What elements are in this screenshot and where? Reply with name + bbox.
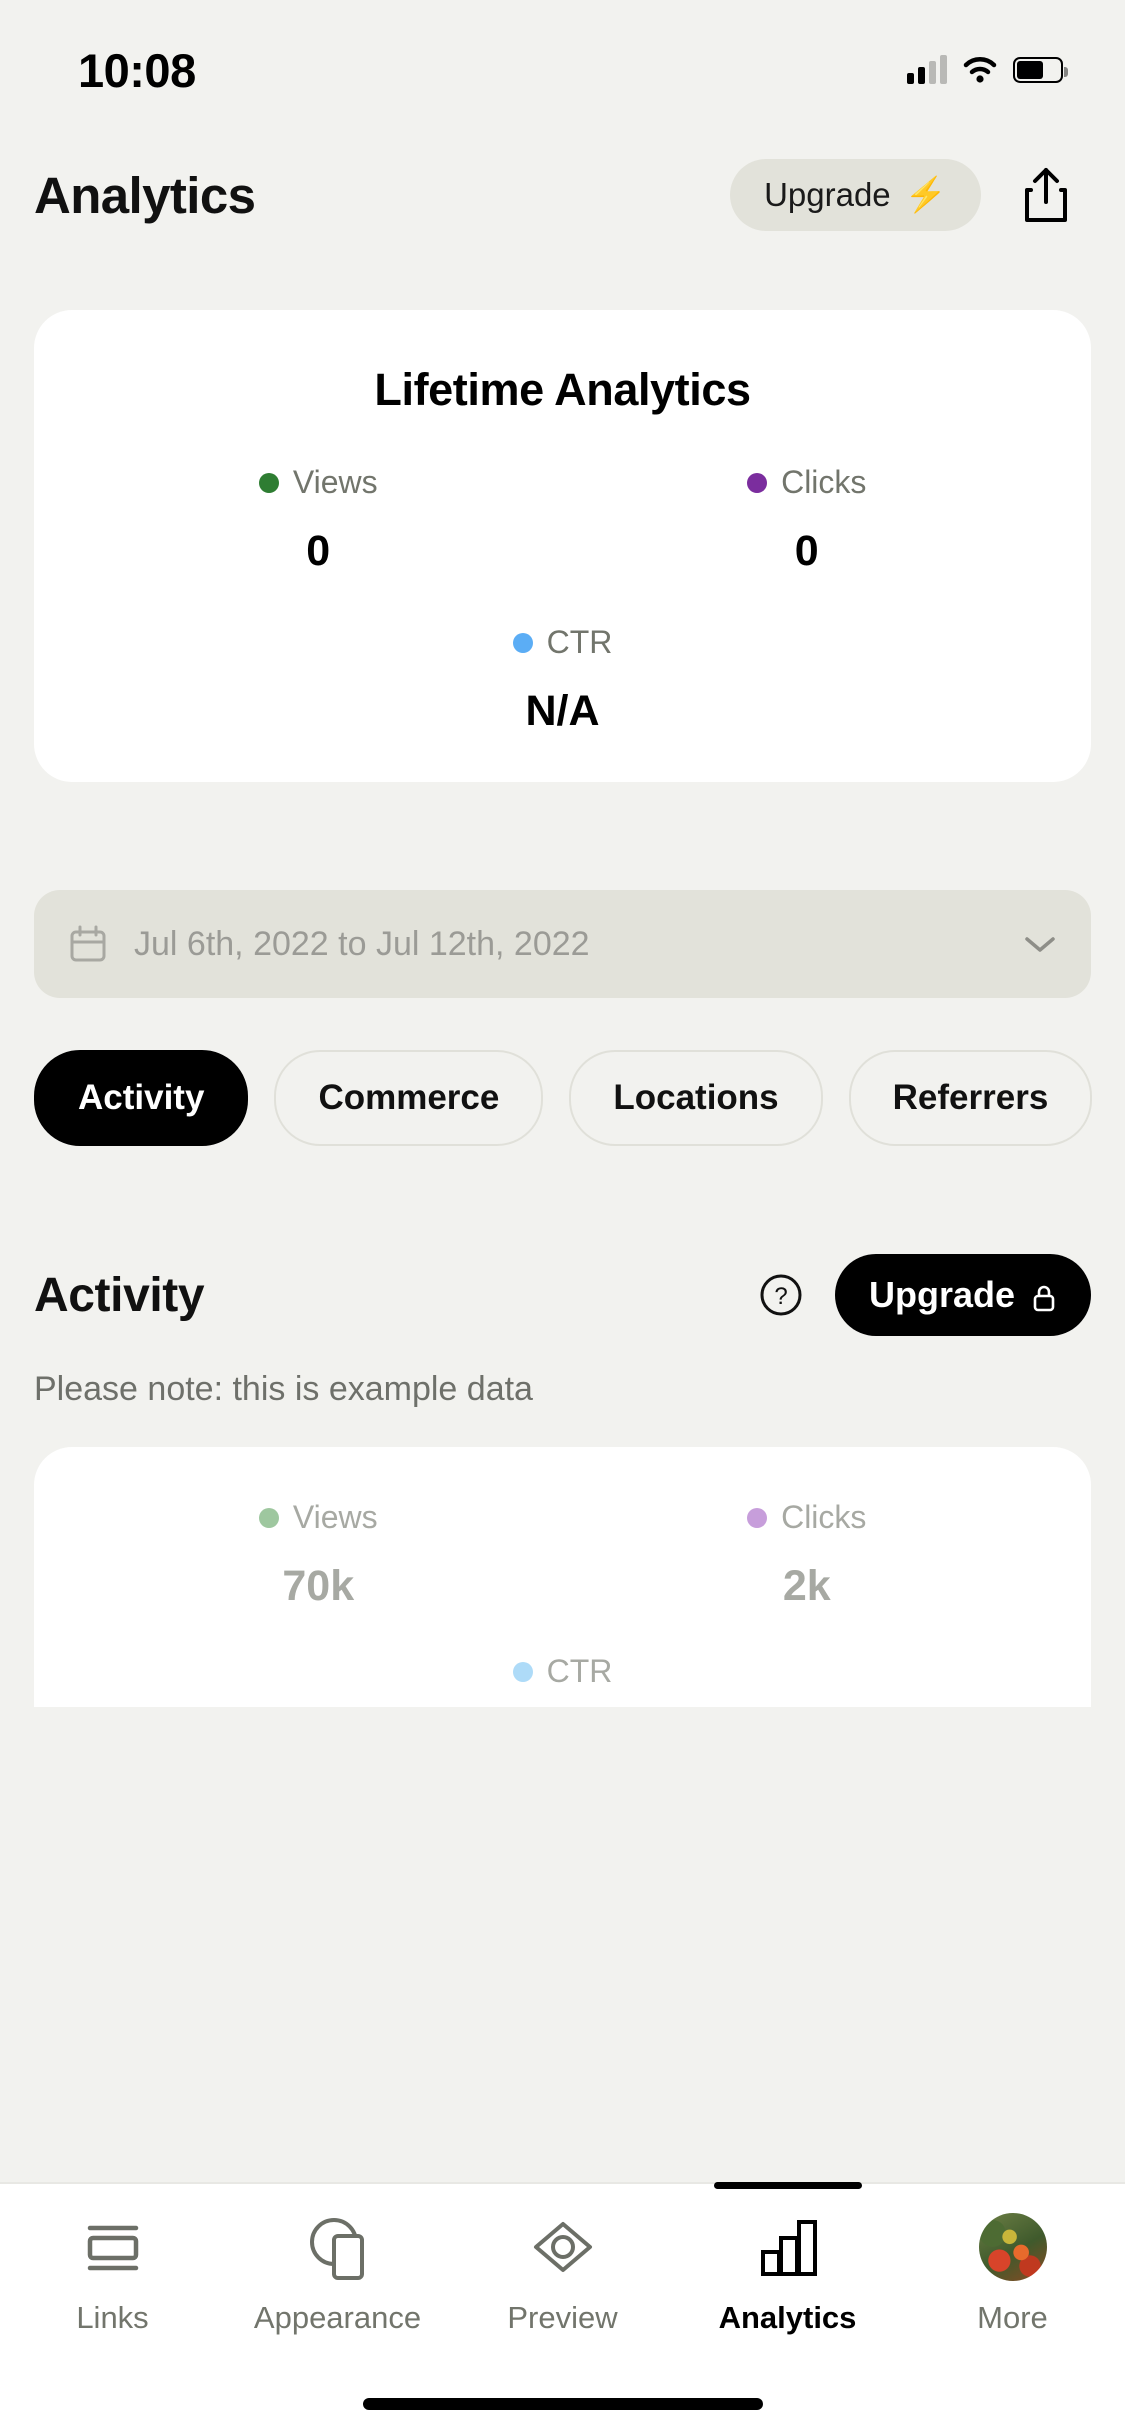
- example-data-note: Please note: this is example data: [34, 1370, 533, 1408]
- lock-icon: [1031, 1280, 1057, 1312]
- metric-ctr-label: CTR: [546, 624, 613, 660]
- example-clicks-label: Clicks: [781, 1499, 867, 1535]
- example-metric-clicks: Clicks 2k: [563, 1499, 1052, 1611]
- metric-clicks-label: Clicks: [781, 464, 867, 500]
- example-metric-views: Views 70k: [74, 1499, 563, 1611]
- metric-views-label-row: Views: [74, 464, 563, 501]
- nav-item-more[interactable]: More: [900, 2210, 1125, 2436]
- ctr-dot-icon: [512, 632, 533, 653]
- battery-icon: [1013, 57, 1068, 83]
- nav-item-links[interactable]: Links: [0, 2210, 225, 2436]
- metric-views: Views 0: [74, 464, 563, 576]
- links-icon: [76, 2210, 150, 2284]
- views-dot-icon: [258, 472, 279, 493]
- tab-referrers[interactable]: Referrers: [848, 1050, 1093, 1146]
- tab-commerce[interactable]: Commerce: [274, 1050, 544, 1146]
- nav-label-analytics: Analytics: [718, 2300, 857, 2335]
- nav-label-preview: Preview: [507, 2300, 618, 2335]
- status-bar-indicators: [907, 55, 1068, 84]
- upgrade-button-header[interactable]: Upgrade ⚡: [730, 159, 981, 231]
- nav-label-appearance: Appearance: [253, 2300, 422, 2335]
- lightning-bolt-icon: ⚡: [904, 176, 947, 214]
- avatar-icon: [978, 2210, 1047, 2284]
- example-ctr-label: CTR: [546, 1653, 613, 1689]
- chevron-down-icon[interactable]: [1023, 934, 1057, 954]
- status-bar: 10:08: [0, 0, 1125, 140]
- phone-screen: 10:08 Analytics Upgrade ⚡ Lifetime Analy…: [0, 0, 1125, 2436]
- metric-views-value: 0: [306, 527, 331, 575]
- status-bar-clock: 10:08: [78, 43, 196, 97]
- nav-label-links: Links: [76, 2300, 149, 2335]
- metric-ctr-value: N/A: [525, 687, 600, 735]
- example-ctr-label-row: CTR: [74, 1653, 1051, 1690]
- eye-preview-icon: [526, 2210, 600, 2284]
- date-range-picker[interactable]: Jul 6th, 2022 to Jul 12th, 2022: [34, 890, 1091, 998]
- example-views-label-row: Views: [74, 1499, 563, 1536]
- lifetime-card-title: Lifetime Analytics: [374, 364, 751, 415]
- metric-clicks: Clicks 0: [563, 464, 1052, 576]
- metric-ctr: CTR N/A: [74, 624, 1051, 736]
- avatar: [978, 2213, 1047, 2281]
- activity-actions: ? Upgrade: [759, 1254, 1091, 1336]
- analytics-tab-bar[interactable]: Activity Commerce Locations Referrers: [0, 1050, 1125, 1146]
- question-mark-circle-icon[interactable]: ?: [759, 1273, 803, 1317]
- header-actions: Upgrade ⚡: [730, 159, 1073, 231]
- clicks-dot-icon: [747, 472, 768, 493]
- activity-example-card: Views 70k Clicks 2k CTR: [34, 1447, 1091, 1707]
- clicks-dot-icon: [747, 1507, 768, 1528]
- views-dot-icon: [258, 1507, 279, 1528]
- ctr-dot-icon: [512, 1661, 533, 1682]
- lifetime-metrics-row: Views 0 Clicks 0: [74, 464, 1051, 576]
- appearance-icon: [301, 2210, 375, 2284]
- metric-views-label: Views: [292, 464, 378, 500]
- metric-clicks-label-row: Clicks: [563, 464, 1052, 501]
- example-views-label: Views: [292, 1499, 378, 1535]
- app-header: Analytics Upgrade ⚡: [0, 140, 1125, 250]
- example-clicks-value: 2k: [782, 1562, 831, 1610]
- activity-title: Activity: [34, 1268, 205, 1322]
- active-tab-indicator: [713, 2182, 862, 2189]
- date-range-value: Jul 6th, 2022 to Jul 12th, 2022: [134, 924, 590, 963]
- tab-activity[interactable]: Activity: [34, 1050, 249, 1146]
- upgrade-label: Upgrade: [764, 176, 891, 213]
- tab-locations[interactable]: Locations: [569, 1050, 823, 1146]
- svg-text:?: ?: [774, 1283, 787, 1310]
- page-title: Analytics: [34, 166, 256, 224]
- activity-section-header: Activity ? Upgrade: [34, 1254, 1091, 1336]
- metric-clicks-value: 0: [794, 527, 819, 575]
- home-indicator: [362, 2398, 763, 2410]
- upgrade-button-activity[interactable]: Upgrade: [834, 1254, 1091, 1336]
- metric-ctr-label-row: CTR: [74, 624, 1051, 661]
- example-metrics-row: Views 70k Clicks 2k: [74, 1499, 1051, 1611]
- cellular-signal-icon: [907, 55, 947, 84]
- nav-label-more: More: [977, 2300, 1048, 2335]
- lifetime-analytics-card: Lifetime Analytics Views 0 Clicks 0 CTR: [34, 310, 1091, 782]
- example-clicks-label-row: Clicks: [563, 1499, 1052, 1536]
- calendar-icon: [68, 924, 108, 964]
- share-upload-icon[interactable]: [1019, 166, 1073, 224]
- example-views-value: 70k: [282, 1562, 355, 1610]
- wifi-icon: [963, 56, 997, 84]
- example-metric-ctr: CTR: [74, 1653, 1051, 1690]
- upgrade-activity-label: Upgrade: [868, 1274, 1015, 1315]
- bar-chart-icon: [751, 2210, 825, 2284]
